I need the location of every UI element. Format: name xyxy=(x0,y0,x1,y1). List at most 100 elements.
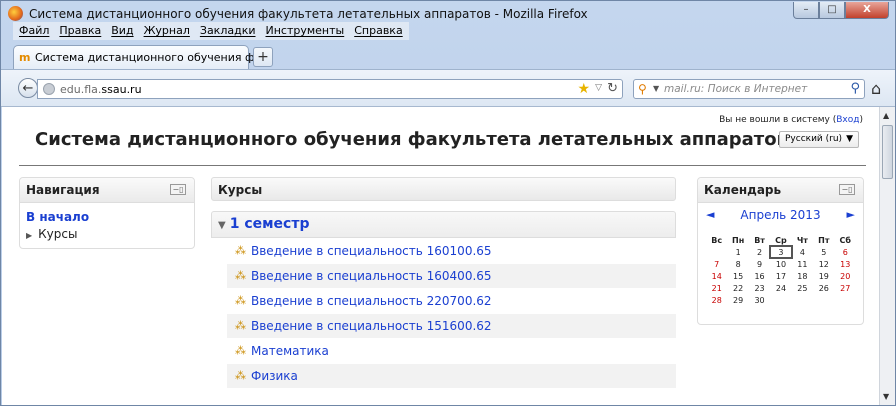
chevron-down-icon: ▼ xyxy=(846,134,853,144)
header-divider xyxy=(19,165,866,166)
calendar-day: 20 xyxy=(840,271,851,281)
vertical-scrollbar[interactable]: ▲ ▼ xyxy=(879,107,895,405)
calendar-empty-cell xyxy=(792,294,813,306)
calendar-day: 22 xyxy=(733,283,744,293)
menu-history[interactable]: Журнал xyxy=(142,22,192,40)
nav-courses-item[interactable]: ▶ Курсы xyxy=(26,227,77,241)
course-icon: ⁂ xyxy=(235,369,246,382)
section-header[interactable]: ▼ 1 семестр xyxy=(211,211,676,238)
calendar-title: Календарь xyxy=(704,183,782,197)
close-button[interactable]: X xyxy=(845,2,889,19)
calendar-day: 29 xyxy=(733,295,744,305)
scrollbar-thumb[interactable] xyxy=(882,125,893,179)
navigation-block: Навигация −▯ В начало ▶ Курсы xyxy=(19,177,195,249)
navigation-toolbar: ← edu.fla.ssau.ru ★ ▽ ↻ ⚲ ▼ mail.ru: Пои… xyxy=(1,69,895,107)
menu-bookmarks[interactable]: Закладки xyxy=(198,22,258,40)
dock-block-icon[interactable]: −▯ xyxy=(839,184,855,195)
calendar-day: 26 xyxy=(818,283,829,293)
home-icon[interactable]: ⌂ xyxy=(871,79,881,98)
menu-file[interactable]: Файл xyxy=(17,22,51,40)
course-row: ⁂ Введение в специальность 160400.65 xyxy=(227,264,676,288)
calendar-month: Апрель 2013 xyxy=(740,208,821,222)
course-link[interactable]: Введение в специальность 151600.62 xyxy=(251,319,492,333)
moodle-icon: m xyxy=(19,51,31,64)
search-bar[interactable]: ⚲ ▼ mail.ru: Поиск в Интернет ⚲ xyxy=(633,79,865,99)
minimize-button[interactable]: – xyxy=(793,2,819,19)
search-engine-icon[interactable]: ⚲ xyxy=(638,82,647,96)
calendar-day: 28 xyxy=(711,295,722,305)
calendar-weekday: Ср xyxy=(775,235,787,245)
url-text[interactable]: edu.fla.ssau.ru xyxy=(60,83,142,96)
maximize-button[interactable]: □ xyxy=(819,2,845,19)
calendar-weekday: Вт xyxy=(754,235,765,245)
url-dropdown-icon[interactable]: ▽ xyxy=(595,83,602,93)
calendar-day: 5 xyxy=(821,247,827,257)
calendar-empty-cell xyxy=(835,294,856,306)
expand-triangle-icon: ▶ xyxy=(26,231,33,240)
dock-block-icon[interactable]: −▯ xyxy=(170,184,186,195)
course-row: ⁂ Введение в специальность 160100.65 xyxy=(227,239,676,263)
calendar-day: 1 xyxy=(735,247,741,257)
course-link[interactable]: Введение в специальность 220700.62 xyxy=(251,294,492,308)
calendar-grid: Вс Пн Вт Ср Чт Пт Сб 1 2 3 4 5 6 7 8 9 10 11 12 13 14 15 16 17 1… xyxy=(706,234,856,306)
login-link[interactable]: Вход xyxy=(836,115,859,125)
calendar-day: 18 xyxy=(797,271,808,281)
course-icon: ⁂ xyxy=(235,269,246,282)
course-link[interactable]: Физика xyxy=(251,369,298,383)
course-link[interactable]: Введение в специальность 160100.65 xyxy=(251,244,492,258)
calendar-day: 8 xyxy=(735,259,741,269)
firefox-icon xyxy=(8,6,23,21)
window-controls: – □ X xyxy=(793,2,889,20)
calendar-empty-cell xyxy=(813,294,834,306)
menu-tools[interactable]: Инструменты xyxy=(264,22,347,40)
language-select[interactable]: Русский (ru) ▼ xyxy=(779,131,859,148)
login-info: Вы не вошли в систему (Вход) xyxy=(719,115,863,125)
course-row: ⁂ Математика xyxy=(227,339,676,363)
scroll-down-icon[interactable]: ▼ xyxy=(883,392,889,401)
calendar-day: 14 xyxy=(711,271,722,281)
menu-edit[interactable]: Правка xyxy=(57,22,103,40)
course-icon: ⁂ xyxy=(235,244,246,257)
calendar-day: 27 xyxy=(840,283,851,293)
calendar-day: 10 xyxy=(775,259,787,269)
course-icon: ⁂ xyxy=(235,344,246,357)
new-tab-button[interactable]: + xyxy=(253,47,273,67)
calendar-day: 7 xyxy=(714,259,720,269)
reload-icon[interactable]: ↻ xyxy=(607,81,618,96)
calendar-weekday: Вс xyxy=(711,235,723,245)
calendar-empty-cell xyxy=(706,246,727,258)
bookmark-star-icon[interactable]: ★ xyxy=(577,81,590,97)
nav-home-link[interactable]: В начало xyxy=(26,210,89,224)
calendar-day: 23 xyxy=(754,283,765,293)
section-title[interactable]: 1 семестр xyxy=(230,216,310,232)
tab-active[interactable]: m Система дистанционного обучения ф... xyxy=(13,45,265,69)
calendar-day: 4 xyxy=(799,247,805,257)
calendar-day: 25 xyxy=(797,283,808,293)
search-engine-dropdown-icon[interactable]: ▼ xyxy=(653,84,659,93)
calendar-day: 16 xyxy=(754,271,765,281)
url-bar[interactable]: edu.fla.ssau.ru ★ ▽ ↻ xyxy=(37,79,623,99)
menu-help[interactable]: Справка xyxy=(352,22,404,40)
calendar-day: 3 xyxy=(769,245,793,259)
courses-header: Курсы xyxy=(211,177,676,201)
navigation-title: Навигация xyxy=(26,183,100,197)
menu-view[interactable]: Вид xyxy=(109,22,135,40)
browser-window: Система дистанционного обучения факульте… xyxy=(0,0,896,406)
calendar-day: 21 xyxy=(711,283,722,293)
next-month-button[interactable]: ► xyxy=(847,208,855,221)
calendar-weekday: Пн xyxy=(732,235,745,245)
search-icon[interactable]: ⚲ xyxy=(850,81,860,96)
window-title: Система дистанционного обучения факульте… xyxy=(29,7,588,21)
scroll-up-icon[interactable]: ▲ xyxy=(883,111,889,120)
course-row: ⁂ Введение в специальность 220700.62 xyxy=(227,289,676,313)
course-link[interactable]: Математика xyxy=(251,344,329,358)
page-content: Система дистанционного обучения факульте… xyxy=(2,107,879,405)
course-link[interactable]: Введение в специальность 160400.65 xyxy=(251,269,492,283)
calendar-day: 9 xyxy=(757,259,763,269)
search-input[interactable]: mail.ru: Поиск в Интернет xyxy=(664,83,834,95)
calendar-empty-cell xyxy=(770,294,791,306)
calendar-day: 2 xyxy=(757,247,763,257)
site-identity-icon[interactable] xyxy=(43,83,55,95)
back-button[interactable]: ← xyxy=(18,78,38,98)
calendar-day: 12 xyxy=(818,259,829,269)
